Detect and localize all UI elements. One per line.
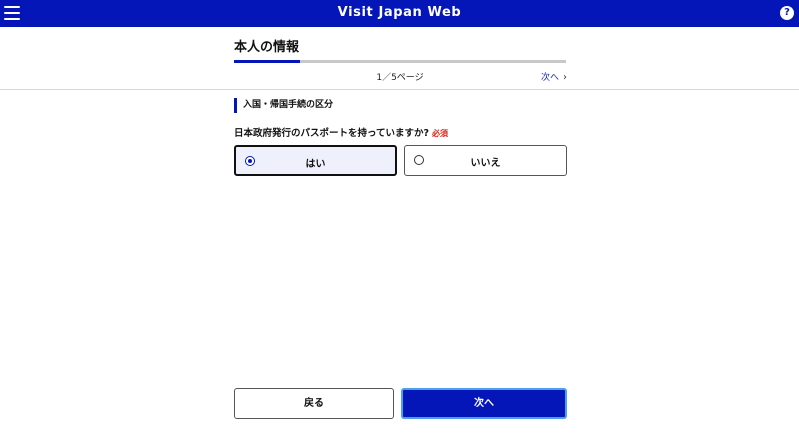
required-badge: 必須 xyxy=(432,129,449,138)
next-button[interactable]: 次へ xyxy=(401,388,567,419)
top-app-bar: Visit Japan Web ? xyxy=(0,0,799,27)
option-no-radio-card[interactable]: いいえ xyxy=(404,145,567,176)
chevron-right-icon: › xyxy=(563,72,568,83)
progress-bar-fill xyxy=(234,60,301,63)
progress-bar xyxy=(234,60,566,63)
next-page-link[interactable]: 次へ › xyxy=(541,70,567,83)
next-link-label: 次へ xyxy=(541,73,560,83)
app-title: Visit Japan Web xyxy=(337,5,462,20)
section-title: 入国・帰国手続の区分 xyxy=(234,98,333,113)
help-icon[interactable]: ? xyxy=(780,6,794,20)
back-button[interactable]: 戻る xyxy=(234,388,394,419)
option-no-label: いいえ xyxy=(470,158,501,169)
page-indicator: 1／5ページ xyxy=(376,73,424,83)
option-yes-radio-card[interactable]: はい xyxy=(234,145,397,176)
question-text: 日本政府発行のパスポートを持っていますか? xyxy=(234,128,430,139)
header-divider xyxy=(0,89,799,90)
page-title: 本人の情報 xyxy=(234,40,300,55)
option-yes-label: はい xyxy=(305,159,326,170)
passport-question: 日本政府発行のパスポートを持っていますか? 必須 xyxy=(234,125,448,139)
